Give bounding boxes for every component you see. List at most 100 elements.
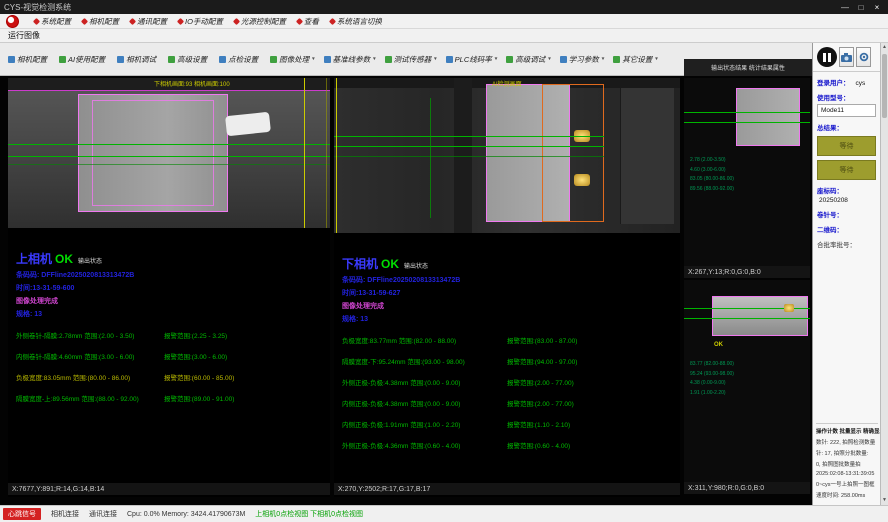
menu-bullet-icon xyxy=(33,17,40,24)
heartbeat-badge[interactable]: 心跳信号 xyxy=(3,508,41,520)
maximize-button[interactable]: □ xyxy=(854,3,868,12)
measure-line xyxy=(334,156,604,157)
camera-icon xyxy=(841,53,852,62)
result-indicator: 等待 xyxy=(817,136,876,156)
pause-icon xyxy=(823,53,826,62)
thumb-ok-text: OK xyxy=(714,342,723,348)
tool-ai-config[interactable]: AI使用配置 xyxy=(59,54,108,65)
pause-icon xyxy=(828,53,831,62)
tool-advanced-debug[interactable]: 高级调试▾ xyxy=(506,54,551,65)
tool-icon xyxy=(219,56,226,63)
process-status-line: 图像处理完成 xyxy=(16,296,328,306)
measure-line xyxy=(8,90,330,91)
menu-item-light-control[interactable]: 光源控制配置 xyxy=(234,16,286,27)
tool-camera-config[interactable]: 相机配置 xyxy=(8,54,50,65)
snapshot-button[interactable] xyxy=(839,47,854,67)
scroll-down-arrow-icon[interactable]: ▼ xyxy=(881,496,888,505)
tool-camera-debug[interactable]: 相机调试 xyxy=(117,54,159,65)
tool-baseline-params[interactable]: 基准线参数▾ xyxy=(324,54,376,65)
measurement-row: 内侧正极-负极:4.38mm 范围:(0.00 - 9.00)报警范围:(2.0… xyxy=(342,398,678,408)
menu-item-camera-config[interactable]: 相机配置 xyxy=(82,16,119,27)
tool-spot-check[interactable]: 点检设置 xyxy=(219,54,261,65)
titlebar: CYS-视觉检测系统 — □ × xyxy=(0,0,888,14)
stat-line: 数针: 222, 拍照检测数量 xyxy=(816,438,878,446)
camera-image-right[interactable]: AI检测画面 xyxy=(334,78,680,233)
app-logo-icon xyxy=(6,15,19,28)
process-status-line: 图像处理完成 xyxy=(342,301,678,311)
sidebar: 登录用户： cys 使用型号： Mode11 总结果： 等待 等待 座标码： 2… xyxy=(812,43,880,505)
statistics-header: 操作计数 批量显示 精确显示 xyxy=(816,427,878,435)
coordinate-readout: X:7677,Y:891;R:14,G:14,B:14 xyxy=(8,483,330,495)
scroll-up-arrow-icon[interactable]: ▲ xyxy=(881,43,888,52)
measurement-rows: 负极宽度:83.77mm 范围:(82.00 - 88.00)报警范围:(83.… xyxy=(342,335,678,450)
time-line: 时间:13-31-59-600 xyxy=(16,283,328,293)
measure-line xyxy=(430,98,431,218)
measure-line xyxy=(684,112,810,113)
menu-item-io-manual[interactable]: IO手动配置 xyxy=(178,16,223,27)
thumb-panel-bottom[interactable]: OK 83.77 (82.00-88.00) 95.24 (93.00-98.0… xyxy=(684,280,810,494)
cpu-memory-readout: Cpu: 0.0% Memory: 3424.41790673M xyxy=(127,511,245,518)
part-outline xyxy=(92,100,214,206)
side-panel-texture xyxy=(620,88,674,224)
barcode-line: 条码码: DFFline2025020813313472B xyxy=(342,275,678,285)
coordinate-readout: X:311,Y:980;R:0,G:0,B:0 xyxy=(684,482,810,494)
measure-line xyxy=(684,318,810,319)
thumb-panel-header: 输出状态结果 统计结果属性 xyxy=(684,59,812,76)
menu-item-view[interactable]: 查看 xyxy=(297,16,319,27)
measure-line xyxy=(336,78,337,233)
camera-panel-left: 下相机画面:93 相机画面:100 上相机 OK 输出状态 条码码: DFFli… xyxy=(8,78,330,497)
model-label: 使用型号： xyxy=(817,92,880,102)
tool-sensor-test[interactable]: 测试传感器▾ xyxy=(385,54,437,65)
measurement-row: 负极宽度:83.77mm 范围:(82.00 - 88.00)报警范围:(83.… xyxy=(342,335,678,345)
minimize-button[interactable]: — xyxy=(838,3,852,12)
menu-item-label: 相机配置 xyxy=(89,16,119,27)
tool-icon xyxy=(613,56,620,63)
camera-link-status: 相机连接 xyxy=(51,509,79,519)
spec-line: 规格: 13 xyxy=(16,309,328,319)
menu-item-comm-config[interactable]: 通讯配置 xyxy=(130,16,167,27)
scrollbar-thumb[interactable] xyxy=(882,54,887,118)
camera-image-left[interactable]: 下相机画面:93 相机画面:100 xyxy=(8,78,330,228)
vertical-scrollbar[interactable]: ▲ ▼ xyxy=(880,43,888,505)
tool-plc-rate[interactable]: PLC线码率▾ xyxy=(446,54,498,65)
stat-line: 2025:02:08-13:31:39:05 xyxy=(816,471,878,477)
glow-spot xyxy=(784,304,794,312)
measurement-row: 外侧卷针-隔膜:2.78mm 范围:(2.00 - 3.50)报警范围:(2.2… xyxy=(16,330,328,340)
camera-view-links[interactable]: 上相机0点检视图 下相机0点检视图 xyxy=(255,509,363,519)
pause-button[interactable] xyxy=(817,47,837,67)
tool-learning-params[interactable]: 学习参数▾ xyxy=(560,54,605,65)
roi-outline xyxy=(542,84,604,222)
comm-link-status: 通讯连接 xyxy=(89,509,117,519)
measure-line xyxy=(326,78,327,228)
menu-item-system-config[interactable]: 系统配置 xyxy=(34,16,71,27)
coordinate-readout: X:267,Y:13;R:0,G:0,B:0 xyxy=(684,266,810,278)
measurement-row: 隔膜宽度-上:89.56mm 范围:(88.00 - 92.00)报警范围:(8… xyxy=(16,393,328,403)
tool-advanced-settings[interactable]: 高级设置 xyxy=(168,54,210,65)
settings-button[interactable] xyxy=(856,47,871,67)
connector-part xyxy=(225,112,271,136)
thumb-panel-top[interactable]: 2.78 (2.00-3.50) 4.60 (3.00-6.00) 83.05 … xyxy=(684,78,810,278)
coordinate-readout: X:270,Y:2502;R:17,G:17,B:17 xyxy=(334,483,680,495)
measure-line xyxy=(304,78,305,228)
tool-image-processing[interactable]: 图像处理▾ xyxy=(270,54,315,65)
tool-icon xyxy=(560,56,567,63)
result-indicator: 等待 xyxy=(817,160,876,180)
part-strip xyxy=(712,296,808,336)
menu-item-label: 系统配置 xyxy=(41,16,71,27)
run-image-tab[interactable]: 运行图像 xyxy=(8,30,40,41)
time-line: 时间:13-31-59-627 xyxy=(342,288,678,298)
close-button[interactable]: × xyxy=(870,3,884,12)
menu-item-label: IO手动配置 xyxy=(185,16,223,27)
stat-line: 0~cys一号上拍照一图框 xyxy=(816,480,878,488)
menu-item-label: 查看 xyxy=(304,16,319,27)
menu-bullet-icon xyxy=(329,17,336,24)
model-value: Mode11 xyxy=(817,104,876,117)
barcode-line: 条码码: DFFline2025020813313472B xyxy=(16,270,328,280)
menu-item-language[interactable]: 系统语言切换 xyxy=(330,16,382,27)
gear-icon xyxy=(859,52,869,62)
camera-info-left: 上相机 OK 输出状态 条码码: DFFline2025020813313472… xyxy=(16,228,328,403)
result-ok-text: OK xyxy=(381,257,399,271)
menu-bullet-icon xyxy=(233,17,240,24)
stat-line: 0, 拍照图批数量拍 xyxy=(816,460,878,468)
tool-other-settings[interactable]: 其它设置▾ xyxy=(613,54,658,65)
